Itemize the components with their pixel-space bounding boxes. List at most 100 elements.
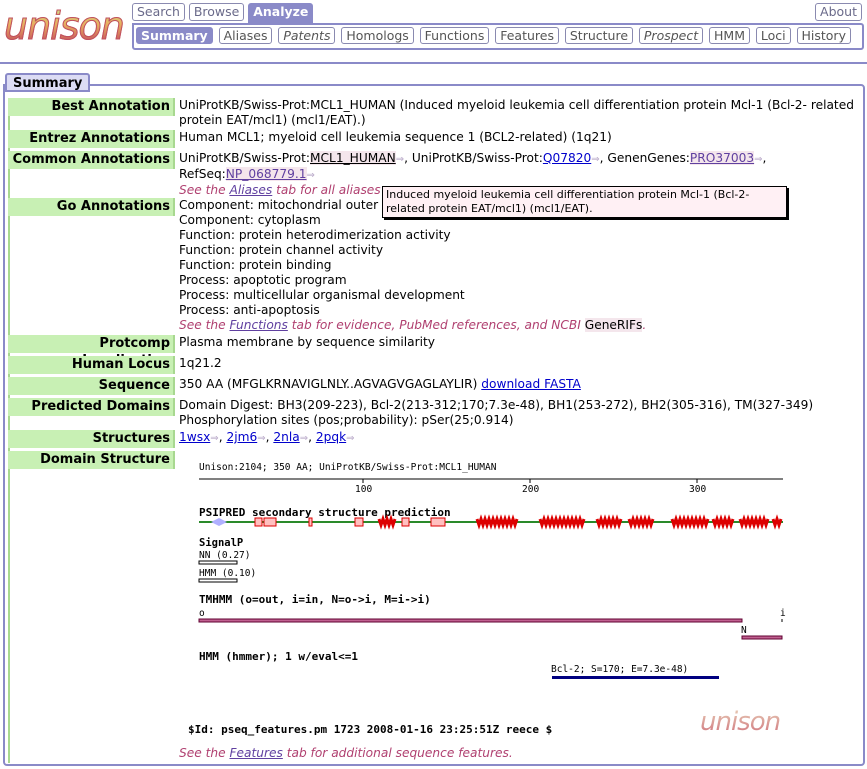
- entrez-value: Human MCL1; myeloid cell leukemia sequen…: [179, 130, 612, 144]
- external-link-icon[interactable]: ⇒: [591, 154, 599, 165]
- signalp-label: SignalP: [199, 537, 243, 549]
- best-annotation-value: UniProtKB/Swiss-Prot:MCL1_HUMAN (Induced…: [179, 98, 854, 127]
- domain-structure-figure[interactable]: Unison:2104; 350 AA; UniProtKB/Swiss-Pro…: [183, 455, 793, 745]
- tmhmm-outside-bar: [198, 618, 743, 623]
- subtab-history[interactable]: History: [796, 27, 851, 44]
- tab-analyze[interactable]: Analyze: [248, 3, 314, 23]
- unison-logo[interactable]: unison: [4, 6, 126, 47]
- subtab-summary[interactable]: Summary: [136, 27, 213, 44]
- label-best-annotation: Best Annotation: [8, 98, 175, 116]
- external-link-icon[interactable]: ⇒: [346, 433, 354, 444]
- psipred-label: PSIPRED secondary structure prediction: [199, 506, 451, 519]
- mcl1-human-link[interactable]: MCL1_HUMAN: [310, 151, 396, 165]
- sequence-value: 350 AA (MFGLKRNAVIGLNLY..AGVAGVGAGLAYLIR…: [179, 377, 581, 391]
- external-link-icon[interactable]: ⇒: [210, 433, 218, 444]
- predicted-domains-value: Domain Digest: BH3(209-223), Bcl-2(213-3…: [179, 398, 863, 428]
- generifs-link[interactable]: GeneRIFs: [584, 318, 643, 332]
- bcl2-domain-label[interactable]: Bcl-2; S=170; E=7.3e-48): [551, 664, 688, 675]
- np068779-link[interactable]: NP_068779.1: [225, 167, 307, 181]
- subtab-structure[interactable]: Structure: [564, 27, 634, 44]
- go-line: Process: multicellular organismal develo…: [179, 288, 465, 302]
- domain-digest: Domain Digest: BH3(209-223), Bcl-2(213-3…: [179, 398, 814, 412]
- label-predicted-domains: Predicted Domains: [8, 398, 175, 416]
- q07820-link[interactable]: Q07820: [543, 151, 591, 165]
- signalp-hmm: HMM (0.10): [199, 568, 256, 579]
- download-fasta-link[interactable]: download FASTA: [481, 377, 581, 391]
- id-line: $Id: pseq_features.pm 1723 2008-01-16 23…: [188, 723, 552, 736]
- features-tab-link[interactable]: Features: [229, 746, 282, 760]
- external-link-icon[interactable]: ⇒: [257, 433, 265, 444]
- structure-link-1wsx[interactable]: 1wsx: [179, 430, 210, 444]
- subtab-features[interactable]: Features: [495, 27, 559, 44]
- tmhmm-i: i: [780, 608, 786, 619]
- common-prefix-1: UniProtKB/Swiss-Prot:: [179, 151, 311, 165]
- hmmer-label: HMM (hmmer); 1 w/eval<=1: [199, 650, 358, 663]
- common-comma: ,: [762, 151, 767, 165]
- summary-section-title: Summary: [5, 73, 91, 92]
- aliases-tab-link[interactable]: Aliases: [229, 183, 272, 197]
- label-protcomp: Protcomp Localization: [8, 335, 175, 368]
- subtab-loci[interactable]: Loci: [755, 27, 791, 44]
- psipred-strand: [308, 517, 313, 527]
- label-structures: Structures: [8, 430, 175, 448]
- label-human-locus: Human Locus: [8, 356, 175, 374]
- psipred-strand: [430, 517, 446, 527]
- ruler-label-200: 200: [522, 484, 539, 495]
- signalp-nn: NN (0.27): [199, 550, 250, 561]
- subtab-prospect[interactable]: Prospect: [638, 27, 704, 44]
- bcl2-domain-bar[interactable]: [552, 676, 719, 679]
- label-common-annotations: Common Annotations: [8, 151, 175, 169]
- unison-watermark: unison: [700, 707, 781, 737]
- ruler-label-300: 300: [689, 484, 706, 495]
- subtab-aliases[interactable]: Aliases: [218, 27, 273, 44]
- structure-link-2jm6[interactable]: 2jm6: [226, 430, 257, 444]
- tab-search[interactable]: Search: [132, 3, 185, 21]
- psipred-strand: [263, 517, 277, 527]
- protcomp-value: Plasma membrane by sequence similarity: [179, 335, 435, 349]
- tmhmm-tm-bar: [741, 635, 783, 640]
- structures-value: 1wsx⇒, 2jm6⇒, 2nla⇒, 2pqk⇒: [179, 430, 355, 444]
- label-go-annotations: Go Annotations: [8, 198, 175, 216]
- go-line: Process: apoptotic program: [179, 273, 347, 287]
- tab-about[interactable]: About: [815, 3, 862, 21]
- subtab-hmm[interactable]: HMM: [709, 27, 750, 44]
- human-locus-value: 1q21.2: [179, 356, 222, 370]
- subtab-patents[interactable]: Patents: [278, 27, 336, 44]
- structure-link-2nla[interactable]: 2nla: [273, 430, 299, 444]
- header-divider: [0, 62, 867, 64]
- tab-browse[interactable]: Browse: [188, 3, 245, 21]
- aliases-note: See the Aliases tab for all aliases: [179, 183, 381, 197]
- go-line: Function: protein heterodimerization act…: [179, 228, 451, 242]
- pro37003-link[interactable]: PRO37003: [689, 151, 755, 165]
- functions-tab-link[interactable]: Functions: [229, 318, 287, 332]
- top-nav: Search Browse Analyze About: [132, 3, 864, 23]
- ruler-label-100: 100: [355, 484, 372, 495]
- signalp-hmm-bar: [198, 578, 238, 583]
- structure-link-2pqk[interactable]: 2pqk: [316, 430, 346, 444]
- go-line: Process: anti-apoptosis: [179, 303, 320, 317]
- refseq-prefix: RefSeq:: [179, 167, 226, 181]
- go-line: Function: protein channel activity: [179, 243, 384, 257]
- tmhmm-n: N: [741, 625, 747, 636]
- go-annotations-value: Component: mitochondrial outer Component…: [179, 198, 863, 333]
- label-domain-structure: Domain Structure: [8, 451, 175, 469]
- features-note: See the Features tab for additional sequ…: [179, 746, 513, 760]
- phosphorylation-sites: Phosphorylation sites (pos;probability):…: [179, 413, 514, 427]
- subtab-functions[interactable]: Functions: [419, 27, 490, 44]
- tmhmm-label: TMHMM (o=out, i=in, N=o->i, M=i->i): [199, 593, 431, 606]
- external-link-icon[interactable]: ⇒: [754, 154, 762, 165]
- subtab-homologs[interactable]: Homologs: [341, 27, 414, 44]
- external-link-icon[interactable]: ⇒: [300, 433, 308, 444]
- external-link-icon[interactable]: ⇒: [307, 170, 315, 181]
- label-sequence: Sequence: [8, 377, 175, 395]
- figure-header: Unison:2104; 350 AA; UniProtKB/Swiss-Pro…: [199, 462, 497, 473]
- psipred-strand-arrow: [211, 518, 227, 526]
- functions-note: See the Functions tab for evidence, PubM…: [179, 318, 647, 332]
- annotation-tooltip: Induced myeloid leukemia cell differenti…: [382, 186, 787, 218]
- common-prefix-3: , GenenGenes:: [599, 151, 690, 165]
- psipred-strand: [401, 517, 410, 527]
- analyze-subnav: Summary Aliases Patents Homologs Functio…: [132, 23, 864, 50]
- go-line: Function: protein binding: [179, 258, 332, 272]
- external-link-icon[interactable]: ⇒: [396, 154, 404, 165]
- tmhmm-o: o: [199, 608, 205, 619]
